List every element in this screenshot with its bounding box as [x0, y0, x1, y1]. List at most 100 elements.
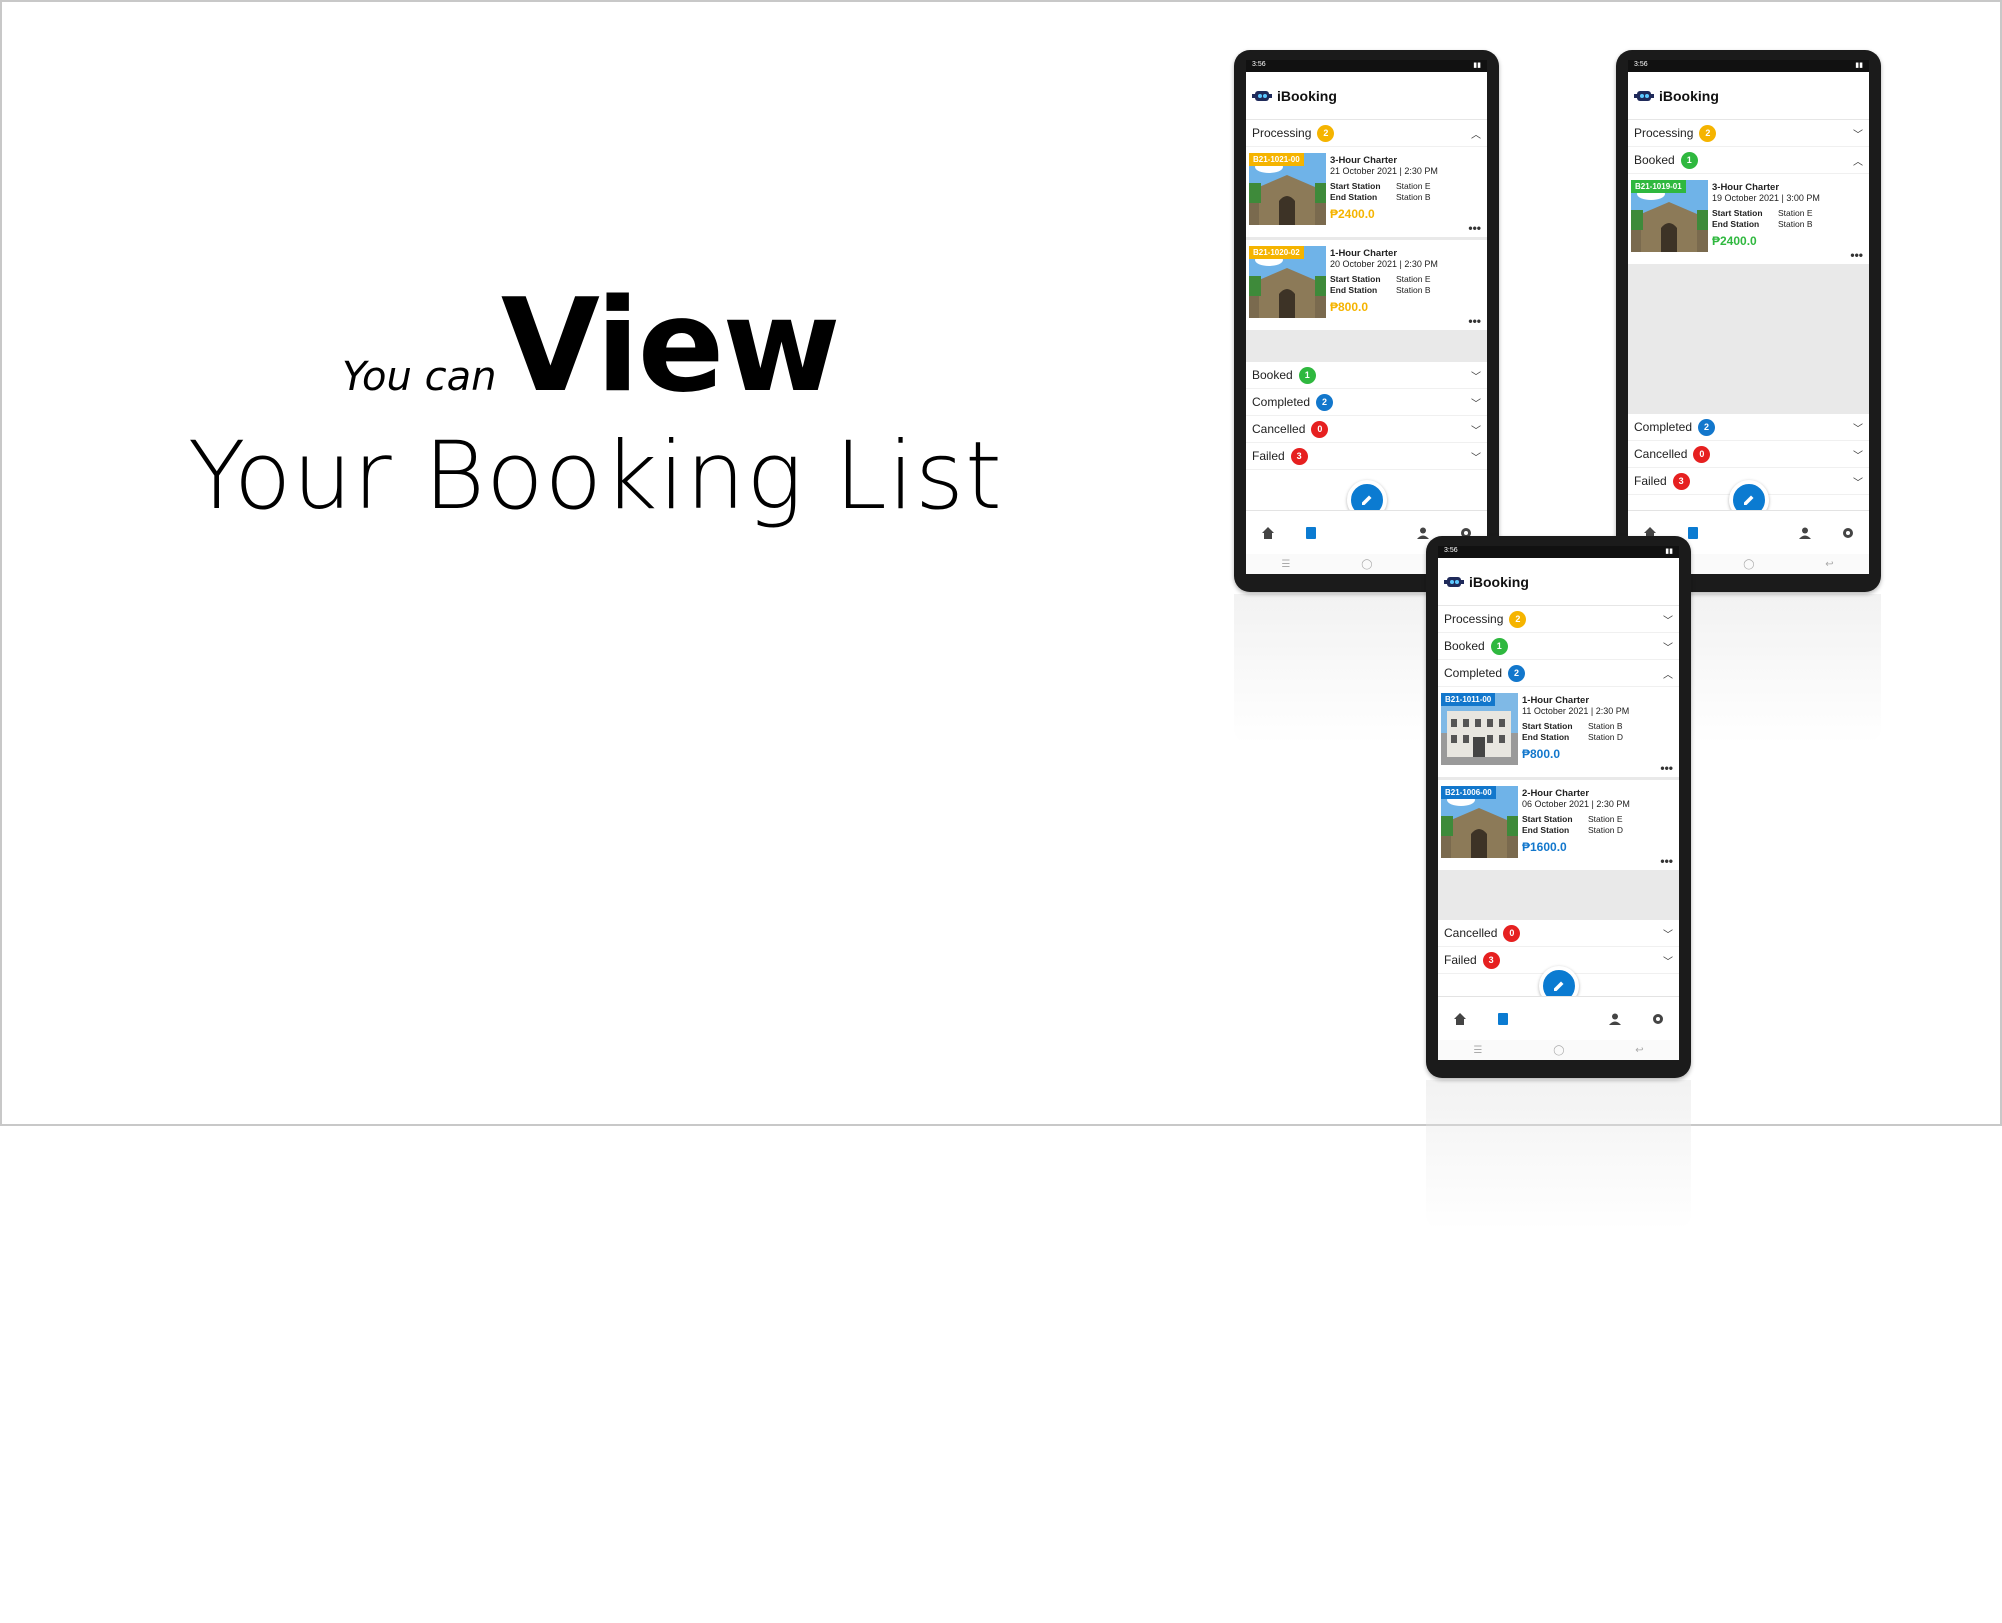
app-bar: iBooking — [1628, 72, 1869, 120]
section-processing-header[interactable]: Processing 2 ﹀ — [1628, 120, 1869, 147]
count-badge: 3 — [1290, 447, 1308, 465]
more-options-icon[interactable]: ••• — [1468, 221, 1481, 235]
booking-card[interactable]: B21-1021-00 3-Hour Charter 21 October 20… — [1246, 147, 1487, 237]
booking-thumbnail: B21-1019-01 — [1631, 180, 1708, 252]
more-options-icon[interactable]: ••• — [1850, 248, 1863, 262]
start-station-value: Station E — [1396, 181, 1431, 191]
booking-thumbnail: B21-1021-00 — [1249, 153, 1326, 225]
end-station-label: End Station — [1330, 285, 1378, 295]
phone-reflection — [1426, 1080, 1691, 1230]
logo-icon — [1634, 90, 1654, 101]
section-cancelled-header[interactable]: Cancelled 0 ﹀ — [1246, 416, 1487, 443]
end-station-value: Station D — [1588, 825, 1623, 835]
end-station-value: Station B — [1396, 285, 1431, 295]
recent-apps-icon[interactable]: ☰ — [1281, 559, 1290, 570]
start-station-label: Start Station — [1522, 721, 1573, 731]
start-station-label: Start Station — [1712, 208, 1763, 218]
section-failed-header[interactable]: Failed 3 ﹀ — [1246, 443, 1487, 470]
section-processing-header[interactable]: Processing 2 ︿ — [1246, 120, 1487, 147]
chevron-down-icon: ﹀ — [1471, 425, 1481, 437]
count-badge: 3 — [1482, 951, 1500, 969]
chevron-up-icon: ︿ — [1471, 129, 1481, 141]
end-station-label: End Station — [1330, 192, 1378, 202]
count-badge: 2 — [1508, 664, 1526, 682]
section-cancelled-header[interactable]: Cancelled 0 ﹀ — [1438, 920, 1679, 947]
booking-price: ₱800.0 — [1330, 300, 1369, 314]
booking-title: 1-Hour Charter — [1522, 695, 1590, 706]
booking-date: 20 October 2021 | 2:30 PM — [1330, 259, 1438, 269]
recent-apps-icon[interactable]: ☰ — [1473, 1045, 1482, 1056]
home-pill-icon[interactable]: ◯ — [1361, 559, 1372, 570]
booking-list: B21-1021-00 3-Hour Charter 21 October 20… — [1246, 147, 1487, 362]
bookings-icon[interactable] — [1496, 1012, 1510, 1026]
booking-card[interactable]: B21-1019-01 3-Hour Charter 19 October 20… — [1628, 174, 1869, 264]
phone-screen: 3:56 ▮▮ iBooking Processing 2 ﹀ Booked 1… — [1628, 60, 1869, 574]
section-booked-header[interactable]: Booked 1 ﹀ — [1246, 362, 1487, 389]
more-options-icon[interactable]: ••• — [1660, 854, 1673, 868]
status-bar: 3:56 ▮▮ — [1246, 60, 1487, 72]
status-icons: ▮▮ — [1473, 62, 1481, 69]
home-pill-icon[interactable]: ◯ — [1553, 1045, 1564, 1056]
booking-date: 11 October 2021 | 2:30 PM — [1522, 706, 1630, 716]
booking-card[interactable]: B21-1006-00 2-Hour Charter 06 October 20… — [1438, 780, 1679, 870]
status-bar: 3:56 ▮▮ — [1438, 546, 1679, 558]
system-nav-bar: ☰ ◯ ↩ — [1438, 1040, 1679, 1060]
section-completed-header[interactable]: Completed 2 ﹀ — [1628, 414, 1869, 441]
status-bar: 3:56 ▮▮ — [1628, 60, 1869, 72]
back-icon[interactable]: ↩ — [1635, 1045, 1643, 1056]
bookings-icon[interactable] — [1304, 526, 1318, 540]
booking-card[interactable]: B21-1020-02 1-Hour Charter 20 October 20… — [1246, 240, 1487, 330]
back-icon[interactable]: ↩ — [1825, 559, 1833, 570]
start-station-value: Station E — [1588, 814, 1623, 824]
chevron-up-icon: ︿ — [1663, 669, 1673, 681]
profile-icon[interactable] — [1798, 526, 1812, 540]
status-time: 3:56 — [1252, 61, 1266, 68]
settings-icon[interactable] — [1841, 526, 1855, 540]
section-booked-header[interactable]: Booked 1 ︿ — [1628, 147, 1869, 174]
headline-line1: You can View — [342, 272, 841, 421]
chevron-up-icon: ︿ — [1853, 156, 1863, 168]
section-processing-header[interactable]: Processing 2 ﹀ — [1438, 606, 1679, 633]
status-icons: ▮▮ — [1855, 62, 1863, 69]
booking-id-tag: B21-1006-00 — [1441, 786, 1496, 799]
more-options-icon[interactable]: ••• — [1660, 761, 1673, 775]
start-station-label: Start Station — [1522, 814, 1573, 824]
booking-thumbnail: B21-1020-02 — [1249, 246, 1326, 318]
settings-icon[interactable] — [1651, 1012, 1665, 1026]
slide: You can View Your Booking List 3:56 ▮▮ i… — [0, 0, 2002, 1230]
section-label: Completed — [1252, 395, 1311, 409]
more-options-icon[interactable]: ••• — [1468, 314, 1481, 328]
phone-screen: 3:56 ▮▮ iBooking Processing 2 ﹀ Booked 1… — [1438, 546, 1679, 1060]
section-booked-header[interactable]: Booked 1 ﹀ — [1438, 633, 1679, 660]
section-label: Processing — [1634, 126, 1694, 140]
logo-icon — [1252, 90, 1272, 101]
booking-id-tag: B21-1011-00 — [1441, 693, 1496, 706]
booking-price: ₱2400.0 — [1712, 234, 1757, 248]
section-completed-header[interactable]: Completed 2 ﹀ — [1246, 389, 1487, 416]
profile-icon[interactable] — [1416, 526, 1430, 540]
headline-prefix: You can — [342, 354, 497, 400]
end-station-label: End Station — [1522, 732, 1570, 742]
profile-icon[interactable] — [1608, 1012, 1622, 1026]
chevron-down-icon: ﹀ — [1853, 129, 1863, 141]
section-label: Completed — [1444, 666, 1503, 680]
home-icon[interactable] — [1261, 526, 1275, 540]
home-icon[interactable] — [1453, 1012, 1467, 1026]
section-cancelled-header[interactable]: Cancelled 0 ﹀ — [1628, 441, 1869, 468]
section-label: Processing — [1252, 126, 1312, 140]
status-time: 3:56 — [1634, 61, 1648, 68]
start-station-value: Station B — [1588, 721, 1623, 731]
end-station-value: Station B — [1778, 219, 1813, 229]
booking-card[interactable]: B21-1011-00 1-Hour Charter 11 October 20… — [1438, 687, 1679, 777]
app-bar: iBooking — [1438, 558, 1679, 606]
chevron-down-icon: ﹀ — [1853, 423, 1863, 435]
section-completed-header[interactable]: Completed 2 ︿ — [1438, 660, 1679, 687]
booking-title: 3-Hour Charter — [1330, 155, 1398, 166]
bookings-icon[interactable] — [1686, 526, 1700, 540]
start-station-label: Start Station — [1330, 274, 1381, 284]
start-station-label: Start Station — [1330, 181, 1381, 191]
start-station-value: Station E — [1778, 208, 1813, 218]
home-pill-icon[interactable]: ◯ — [1743, 559, 1754, 570]
headline-emphasis: View — [500, 272, 841, 421]
booking-title: 1-Hour Charter — [1330, 248, 1398, 259]
